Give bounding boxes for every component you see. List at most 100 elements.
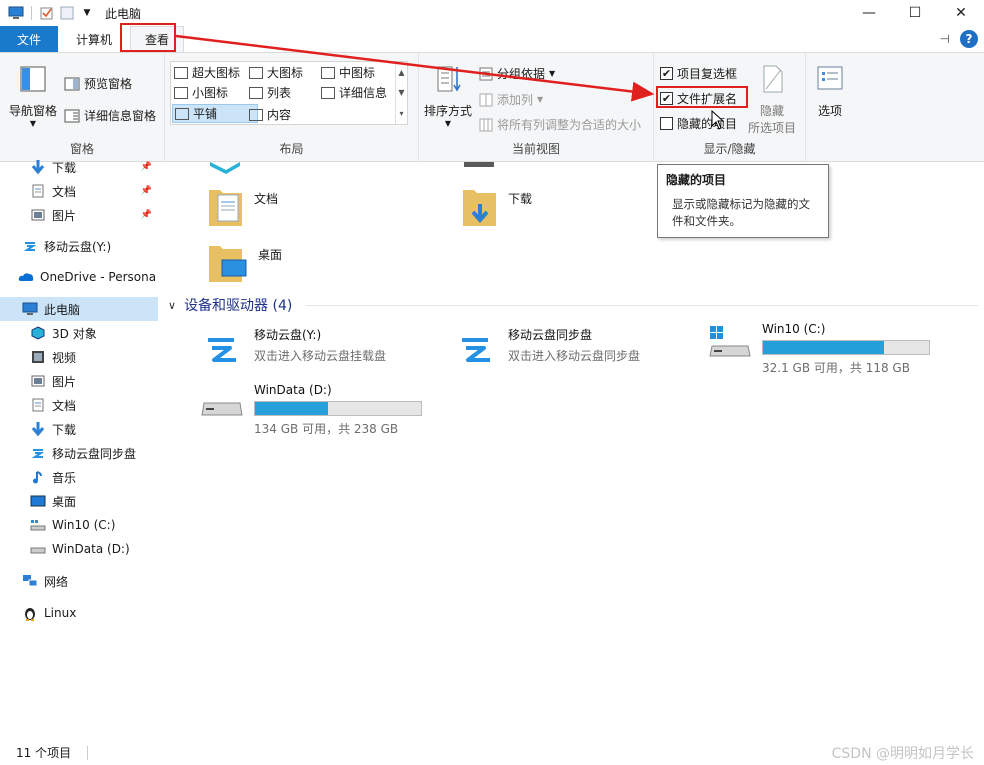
sidebar-item[interactable]: 文档 📌 xyxy=(0,179,158,203)
chevron-up-icon[interactable]: ▲ xyxy=(398,68,404,77)
pin-icon: 📌 xyxy=(140,186,152,196)
this-pc-icon[interactable] xyxy=(8,5,24,21)
hidden-items-toggle[interactable]: 隐藏的项目 xyxy=(660,115,737,132)
tab-file[interactable]: 文件 xyxy=(0,26,58,52)
options-button[interactable]: 选项 xyxy=(812,63,848,119)
folder-documents[interactable]: 文档 xyxy=(208,186,278,228)
drive-c-usage-bar xyxy=(762,340,930,355)
extra-large-icons-icon xyxy=(174,66,188,79)
fit-columns-icon xyxy=(479,118,493,131)
show-hide-group-label: 显示/隐藏 xyxy=(703,142,756,156)
sidebar-item[interactable]: 文档 xyxy=(0,393,158,417)
sidebar-item[interactable]: 3D 对象 xyxy=(0,321,158,345)
customize-dropdown-icon[interactable]: ▼ xyxy=(79,5,95,21)
layout-medium-icons[interactable]: 中图标 xyxy=(321,64,375,81)
sort-icon xyxy=(437,66,461,92)
sidebar-item[interactable]: 移动云盘(Y:) xyxy=(0,234,158,258)
current-view-group-label: 当前视图 xyxy=(511,142,560,156)
sidebar-item[interactable]: 网络 xyxy=(0,569,158,593)
sidebar-item[interactable]: Linux xyxy=(0,601,158,625)
preview-pane-icon xyxy=(64,77,80,90)
details-pane-button[interactable]: 详细信息窗格 xyxy=(64,107,156,124)
layout-details[interactable]: 详细信息 xyxy=(321,84,387,101)
checkbox-checked-icon[interactable]: ✔ xyxy=(660,67,673,80)
sidebar-item-label: 图片 xyxy=(52,208,77,223)
sidebar-item[interactable]: Win10 (C:) xyxy=(0,513,158,537)
sidebar-item[interactable]: 桌面 xyxy=(0,489,158,513)
tab-computer[interactable]: 计算机 xyxy=(62,26,126,52)
sidebar-item[interactable]: 下载 xyxy=(0,417,158,441)
item-checkboxes-toggle[interactable]: ✔ 项目复选框 xyxy=(660,65,737,82)
group-by-button[interactable]: 分组依据 ▼ xyxy=(479,65,555,82)
cloud-sync-icon xyxy=(456,328,496,368)
add-column-icon xyxy=(479,93,493,106)
fit-columns-button[interactable]: 将所有列调整为合适的大小 xyxy=(479,116,641,133)
drive-d-usage-fill xyxy=(255,402,328,415)
add-column-button[interactable]: 添加列 ▼ xyxy=(479,91,543,108)
folder-downloads[interactable]: 下载 xyxy=(462,186,532,228)
properties-icon[interactable] xyxy=(39,5,55,21)
devices-section-header[interactable]: ∨ 设备和驱动器 (4) xyxy=(168,295,978,315)
gallery-expand-icon[interactable]: ▾ xyxy=(399,109,403,118)
nav-pane-label: 导航窗格 xyxy=(8,104,57,118)
checkbox-unchecked-icon[interactable] xyxy=(660,117,673,130)
layout-tiles[interactable]: 平铺 xyxy=(172,104,259,123)
hide-selected-button[interactable]: 隐藏 所选项目 xyxy=(744,63,800,136)
options-icon xyxy=(817,66,843,90)
sidebar-item[interactable]: 图片 xyxy=(0,369,158,393)
sort-by-button[interactable]: 排序方式 ▼ xyxy=(423,63,473,128)
sidebar-item[interactable]: 下载 📌 xyxy=(0,155,158,179)
file-view: 文档 下载 桌面 ∨ 设备和驱动器 (4) 移动云盘(Y:) 双击进入移动云盘挂… xyxy=(160,162,984,740)
folder-desktop[interactable]: 桌面 xyxy=(208,242,282,284)
current-view-group: 排序方式 ▼ 分组依据 ▼ 添加列 ▼ 将所有列调整为合适的大小 当前视图 xyxy=(419,53,654,161)
layout-small-icons[interactable]: 小图标 xyxy=(174,84,228,101)
sidebar-item-label: OneDrive - Persona xyxy=(40,270,157,284)
drive-c[interactable]: Win10 (C:) 32.1 GB 可用，共 118 GB xyxy=(708,322,930,376)
layout-large-icons[interactable]: 大图标 xyxy=(249,64,303,81)
sidebar-item-label: 移动云盘同步盘 xyxy=(52,446,137,461)
sidebar-item-label: 移动云盘(Y:) xyxy=(44,239,112,254)
sidebar-item[interactable]: 移动云盘同步盘 xyxy=(0,441,158,465)
annotation-box-view-tab xyxy=(120,23,176,52)
details-icon xyxy=(321,86,335,99)
chevron-down-icon: ▼ xyxy=(29,119,37,128)
sidebar-item[interactable]: 图片 📌 xyxy=(0,203,158,227)
sidebar-item[interactable]: 音乐 xyxy=(0,465,158,489)
sidebar-item-label: 下载 xyxy=(52,422,77,437)
drive-cloud-y[interactable]: 移动云盘(Y:) 双击进入移动云盘挂载盘 xyxy=(200,326,386,370)
drive-cloud-sync[interactable]: 移动云盘同步盘 双击进入移动云盘同步盘 xyxy=(454,326,640,370)
new-folder-icon[interactable] xyxy=(59,5,75,21)
sidebar-item-label: 图片 xyxy=(52,374,77,389)
picture-icon xyxy=(30,207,46,223)
layout-list[interactable]: 列表 xyxy=(249,84,291,101)
layout-extra-large-icons[interactable]: 超大图标 xyxy=(174,64,240,81)
layout-content[interactable]: 内容 xyxy=(249,106,291,123)
preview-pane-button[interactable]: 预览窗格 xyxy=(64,75,132,92)
this-pc-icon xyxy=(22,301,38,317)
help-icon[interactable]: ? xyxy=(960,30,978,48)
drive-d[interactable]: WinData (D:) 134 GB 可用，共 238 GB xyxy=(200,383,422,437)
chevron-down-icon[interactable]: ▼ xyxy=(398,88,404,97)
annotation-box-file-extensions xyxy=(656,86,748,108)
chevron-down-icon[interactable]: ∨ xyxy=(168,299,176,312)
small-icons-icon xyxy=(174,86,188,99)
sidebar-item-label: 文档 xyxy=(52,398,77,413)
downloads-folder-icon xyxy=(463,190,496,226)
linux-icon xyxy=(22,605,38,621)
sidebar-item[interactable]: 视频 xyxy=(0,345,158,369)
nav-pane-icon xyxy=(20,66,46,92)
pin-ribbon-icon[interactable]: ⊣ xyxy=(940,32,950,46)
documents-folder-icon xyxy=(209,190,242,226)
sidebar-item[interactable]: 此电脑 xyxy=(0,297,158,321)
maximize-button[interactable]: ☐ xyxy=(892,0,938,26)
nav-pane-button[interactable]: 导航窗格 ▼ xyxy=(6,63,60,128)
gallery-scroll[interactable]: ▲ ▼ ▾ xyxy=(395,62,407,124)
sidebar-item[interactable]: OneDrive - Persona xyxy=(0,265,158,289)
close-button[interactable]: ✕ xyxy=(938,0,984,26)
sidebar-item[interactable]: WinData (D:) xyxy=(0,537,158,561)
sidebar-item-label: Win10 (C:) xyxy=(52,518,116,532)
minimize-button[interactable]: — xyxy=(846,0,892,26)
hidden-items-tooltip: 隐藏的项目 显示或隐藏标记为隐藏的文件和文件夹。 xyxy=(657,164,829,238)
drive-d-usage-bar xyxy=(254,401,422,416)
large-icons-icon xyxy=(249,66,263,79)
